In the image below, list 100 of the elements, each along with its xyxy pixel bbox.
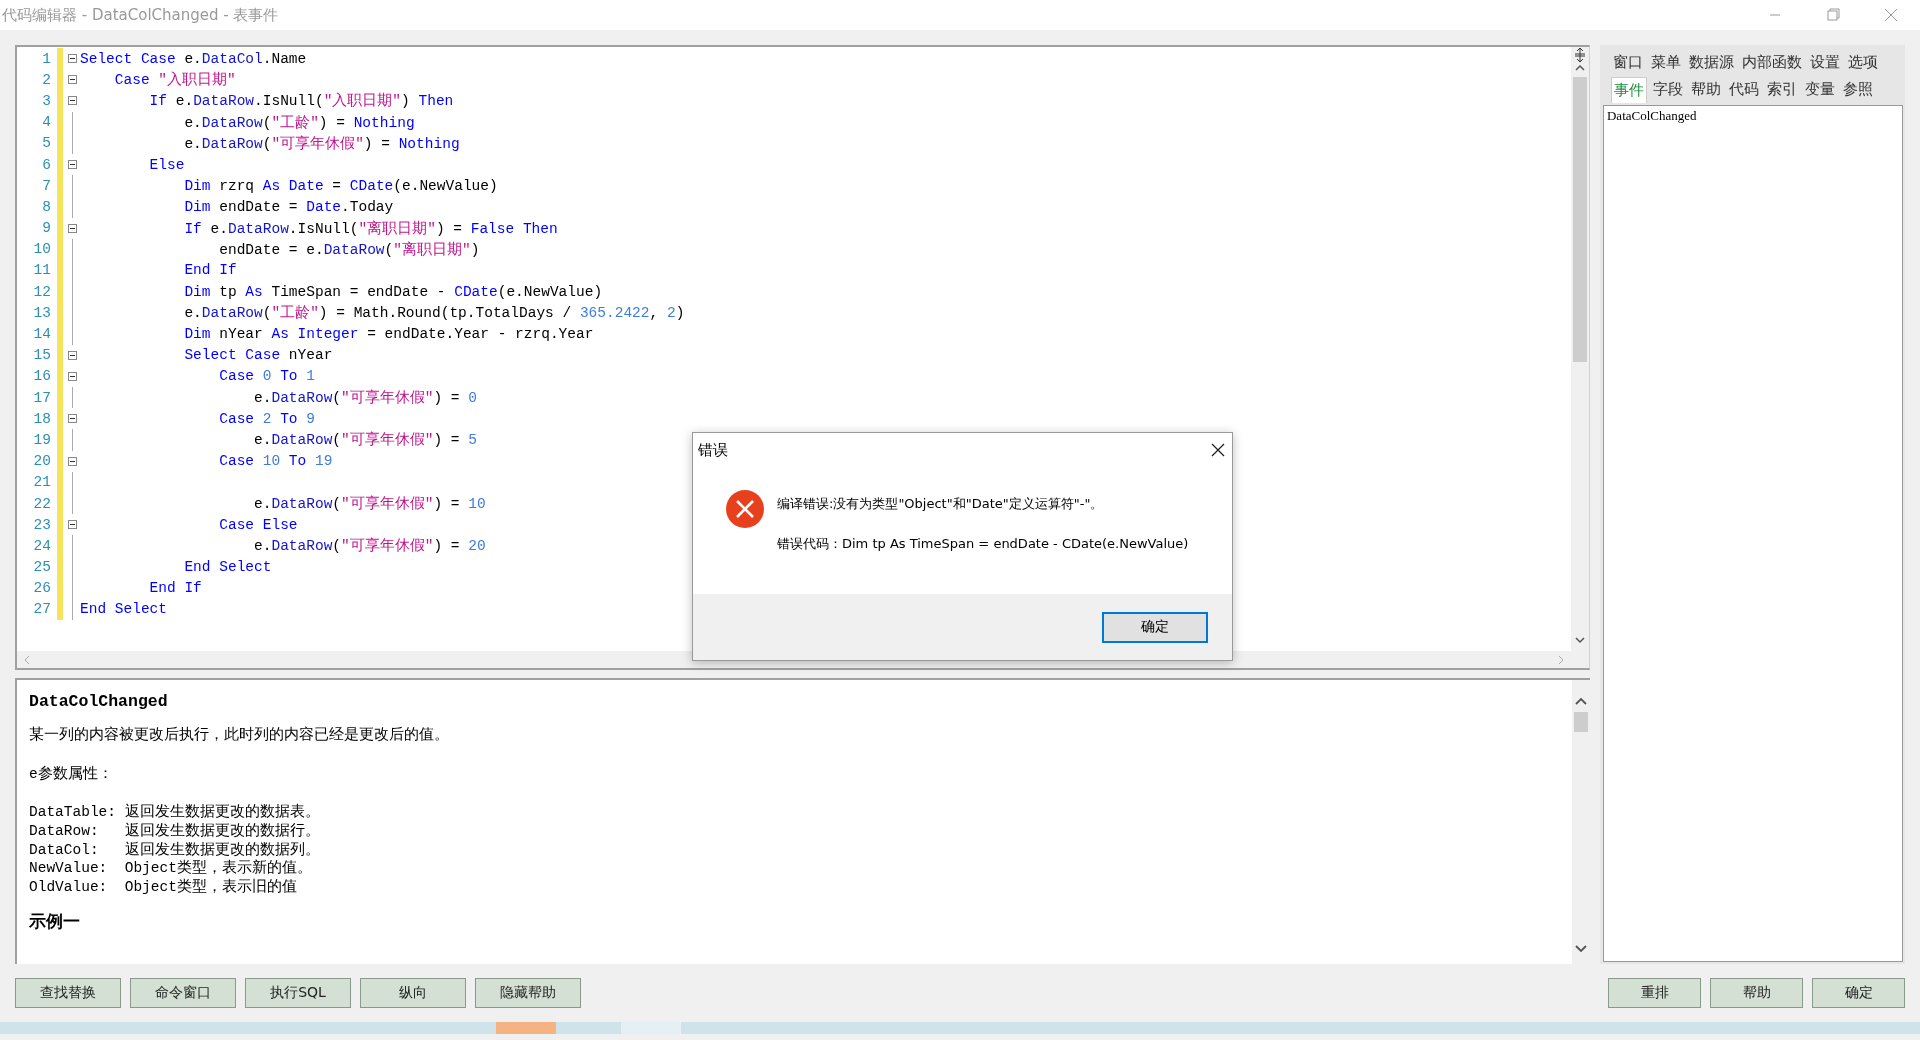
property-description: NewValue: Object类型，表示新的值。 — [29, 859, 313, 878]
error-icon — [725, 489, 765, 529]
panel-tab[interactable]: 变量 — [1802, 77, 1837, 102]
line-number: 10 — [32, 241, 51, 258]
line-number: 1 — [41, 50, 51, 67]
line-number: 15 — [32, 347, 51, 364]
toolbar-button[interactable]: 命令窗口 — [130, 978, 236, 1008]
collapse-icon[interactable] — [67, 371, 77, 381]
code-line: e.DataRow("可享年休假") = Nothing — [183, 134, 460, 153]
toolbar-button[interactable]: 执行SQL — [245, 978, 351, 1008]
panel-tab[interactable]: 代码 — [1726, 77, 1761, 102]
line-number: 21 — [32, 474, 51, 491]
code-line: Dim nYear As Integer = endDate.Year - rzrq.Year — [183, 326, 594, 343]
property-description: DataCol: 返回发生数据更改的数据列。 — [29, 840, 321, 859]
line-number: 22 — [32, 495, 51, 512]
panel-tab[interactable]: 帮助 — [1688, 77, 1723, 102]
help-heading: DataColChanged — [29, 692, 169, 711]
action-button[interactable]: 重排 — [1608, 978, 1701, 1008]
code-line: Dim endDate = Date.Today — [183, 198, 394, 215]
panel-tab[interactable]: 窗口 — [1610, 50, 1645, 75]
panel-tab[interactable]: 设置 — [1807, 50, 1842, 75]
panel-tab[interactable]: 菜单 — [1648, 50, 1683, 75]
event-list-item[interactable]: DataColChanged — [1606, 108, 1899, 124]
collapse-icon[interactable] — [67, 96, 77, 106]
toolbar-button[interactable]: 隐藏帮助 — [475, 978, 581, 1008]
code-line: Case 2 To 9 — [218, 410, 315, 427]
line-number: 4 — [41, 114, 51, 131]
code-line: Dim tp As TimeSpan = endDate - CDate(e.NewValue) — [183, 283, 603, 300]
toolbar-button[interactable]: 查找替换 — [15, 978, 121, 1008]
code-line: Select Case nYear — [183, 347, 333, 364]
code-line: End If — [148, 580, 202, 597]
code-line: e.DataRow("可享年休假") = 10 — [253, 494, 486, 514]
code-line: e.DataRow("可享年休假") = 5 — [253, 430, 477, 450]
line-number: 13 — [32, 304, 51, 321]
help-heading: 示例一 — [29, 912, 81, 933]
scroll-down-icon[interactable] — [1573, 635, 1586, 645]
panel-tab[interactable]: 事件 — [1610, 76, 1647, 103]
code-line: Case 0 To 1 — [218, 368, 315, 385]
collapse-icon[interactable] — [67, 54, 77, 64]
line-number: 2 — [41, 71, 51, 88]
scroll-up-icon[interactable] — [1573, 696, 1588, 706]
line-number: 17 — [32, 389, 51, 406]
toolbar-button[interactable]: 纵向 — [360, 978, 466, 1008]
scroll-down-icon[interactable] — [1573, 944, 1588, 954]
close-icon[interactable] — [1210, 442, 1226, 458]
window-title: 代码编辑器 - DataColChanged - 表事件 — [1, 5, 280, 25]
collapse-icon[interactable] — [67, 520, 77, 530]
line-number: 14 — [32, 326, 51, 343]
code-line: Case Else — [218, 516, 298, 533]
code-line: End If — [183, 262, 237, 279]
panel-tab[interactable]: 内部函数 — [1739, 50, 1804, 75]
ok-button[interactable]: 确定 — [1102, 611, 1208, 643]
collapse-icon[interactable] — [67, 223, 77, 233]
code-line: e.DataRow("工龄") = Nothing — [183, 113, 415, 132]
scrollbar-thumb[interactable] — [1572, 77, 1587, 362]
split-handle-icon[interactable] — [1572, 47, 1587, 63]
line-number: 3 — [41, 92, 51, 109]
line-number: 23 — [32, 516, 51, 533]
collapse-icon[interactable] — [67, 456, 77, 466]
panel-tab[interactable]: 索引 — [1764, 77, 1799, 102]
help-paragraph: e参数属性： — [29, 764, 114, 783]
line-number: 19 — [32, 431, 51, 448]
panel-tab[interactable]: 选项 — [1845, 50, 1880, 75]
code-line: e.DataRow("可享年休假") = 20 — [253, 536, 486, 556]
dialog-title: 错误 — [698, 440, 728, 460]
line-number: 12 — [32, 283, 51, 300]
action-button[interactable]: 确定 — [1812, 978, 1905, 1008]
line-number: 27 — [32, 601, 51, 618]
line-number: 20 — [32, 453, 51, 470]
line-number: 18 — [32, 410, 51, 427]
code-line: e.DataRow("工龄") = Math.Round(tp.TotalDays / 365.2422, 2) — [183, 304, 685, 323]
line-number: 7 — [41, 177, 51, 194]
line-number: 5 — [41, 135, 51, 152]
code-line: endDate = e.DataRow("离职日期") — [218, 240, 480, 259]
line-number: 11 — [32, 262, 51, 279]
panel-tab[interactable]: 数据源 — [1686, 50, 1736, 75]
code-line: Dim rzrq As Date = CDate(e.NewValue) — [183, 177, 498, 194]
property-description: OldValue: Object类型，表示旧的值 — [29, 878, 298, 897]
collapse-icon[interactable] — [67, 350, 77, 360]
collapse-icon[interactable] — [67, 160, 77, 170]
panel-tab[interactable]: 参照 — [1840, 77, 1875, 102]
error-code-text: 错误代码：Dim tp As TimeSpan = endDate - CDate(e.NewValue) — [777, 535, 1189, 553]
panel-tab[interactable]: 字段 — [1650, 77, 1685, 102]
line-number: 25 — [32, 559, 51, 576]
code-line: End Select — [80, 601, 167, 618]
code-line: Case "入职日期" — [113, 70, 236, 90]
code-line: Else — [148, 156, 185, 173]
scroll-up-icon[interactable] — [1573, 63, 1586, 73]
collapse-icon[interactable] — [67, 75, 77, 85]
code-line: End Select — [183, 559, 272, 576]
code-line: e.DataRow("可享年休假") = 0 — [253, 388, 477, 408]
scrollbar-thumb[interactable] — [1573, 712, 1588, 732]
code-line: If e.DataRow.IsNull("入职日期") Then — [148, 91, 454, 111]
error-message: 编译错误:没有为类型"Object"和"Date"定义运算符"-"。 — [777, 495, 1105, 513]
property-description: DataTable: 返回发生数据更改的数据表。 — [29, 803, 321, 822]
line-number: 8 — [41, 198, 51, 215]
help-paragraph: 某一列的内容被更改后执行，此时列的内容已经是更改后的值。 — [29, 725, 450, 744]
collapse-icon[interactable] — [67, 414, 77, 424]
action-button[interactable]: 帮助 — [1710, 978, 1803, 1008]
property-description: DataRow: 返回发生数据更改的数据行。 — [29, 821, 321, 841]
